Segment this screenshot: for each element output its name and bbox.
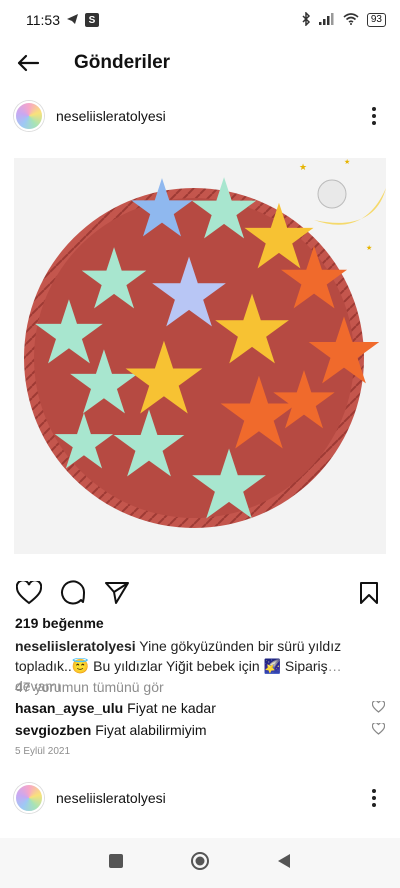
svg-text:★: ★ — [186, 429, 272, 541]
svg-text:★: ★ — [268, 354, 340, 447]
post-date: 5 Eylül 2021 — [15, 746, 71, 757]
comment-text: Fiyat ne kadar — [127, 700, 216, 716]
share-button[interactable] — [102, 578, 132, 608]
caption-text-line1: Yine gökyüzünden bir sürü yıldız — [135, 638, 342, 654]
status-bar: 11:53 S 93 — [0, 0, 400, 40]
comment-username[interactable]: sevgiozben — [15, 722, 91, 738]
comment-like-button[interactable] — [371, 722, 386, 738]
like-button[interactable] — [14, 578, 44, 608]
comment-text: Fiyat alabilirmiyim — [95, 722, 207, 738]
top-app-bar: Gönderiler — [0, 40, 400, 86]
svg-text:★: ★ — [299, 163, 307, 173]
post-username[interactable]: neseliisleratolyesi — [56, 790, 166, 806]
wifi-icon — [343, 12, 359, 28]
more-options-button[interactable] — [364, 107, 384, 125]
comment-username[interactable]: hasan_ayse_ulu — [15, 700, 123, 716]
comment-like-button[interactable] — [371, 700, 386, 716]
status-time: 11:53 — [26, 12, 60, 28]
svg-text:★: ★ — [344, 158, 350, 166]
save-button[interactable] — [354, 578, 384, 608]
back-button[interactable] — [0, 40, 56, 86]
send-icon — [105, 582, 129, 604]
svg-text:★: ★ — [108, 391, 190, 498]
next-post-header: neseliisleratolyesi — [0, 774, 400, 822]
heart-icon — [371, 700, 386, 713]
svg-text:★: ★ — [366, 244, 372, 252]
recents-button[interactable] — [108, 853, 124, 874]
comment-row: hasan_ayse_ulu Fiyat ne kadar — [15, 700, 386, 716]
view-all-comments-link[interactable]: 47 yorumun tümünü gör — [15, 679, 164, 695]
likes-count[interactable]: 219 beğenme — [15, 615, 104, 631]
more-options-button[interactable] — [364, 789, 384, 807]
bluetooth-icon — [301, 10, 311, 29]
comment-row: sevgiozben Fiyat alabilirmiyim — [15, 722, 386, 738]
heart-icon — [371, 722, 386, 735]
system-nav-bar — [0, 838, 400, 888]
caption-text-line2: topladık..😇 Bu yıldızlar Yiğit bebek içi… — [15, 658, 328, 674]
heart-icon — [16, 581, 42, 605]
caption-username[interactable]: neseliisleratolyesi — [15, 638, 136, 654]
post-image[interactable]: ★ ★ ★ ★ ★ ★ ★ ★ ★ ★ ★ ★ ★ ★ ★ ★ ★ ★ ★ — [14, 158, 386, 554]
home-button[interactable] — [190, 851, 210, 876]
post-header: neseliisleratolyesi — [0, 92, 400, 140]
arrow-left-icon — [17, 54, 40, 72]
battery-indicator: 93 — [366, 13, 386, 27]
post-username[interactable]: neseliisleratolyesi — [56, 108, 166, 124]
square-icon — [109, 853, 123, 868]
avatar[interactable] — [14, 101, 44, 131]
circle-icon — [191, 851, 209, 870]
comment-icon — [61, 580, 86, 605]
svg-text:★: ★ — [50, 397, 118, 486]
page-title: Gönderiler — [74, 52, 171, 73]
avatar[interactable] — [14, 783, 44, 813]
app-s-icon: S — [85, 13, 99, 27]
signal-icon — [318, 12, 335, 28]
post-actions — [0, 576, 400, 610]
triangle-back-icon — [278, 853, 290, 868]
telegram-icon — [66, 12, 79, 28]
back-nav-button[interactable] — [276, 852, 292, 875]
bookmark-icon — [360, 582, 378, 604]
comment-button[interactable] — [58, 578, 88, 608]
